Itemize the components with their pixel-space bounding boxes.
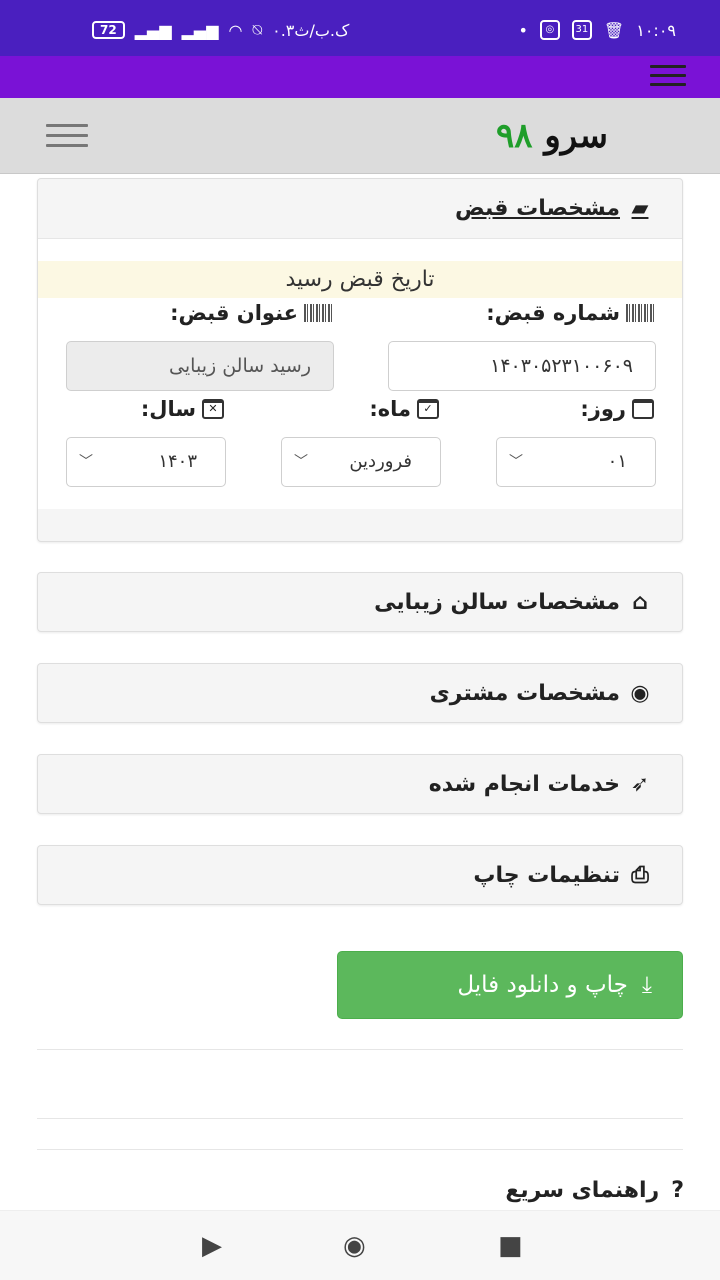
logo-number: ۹۸	[495, 116, 533, 156]
print-download-label: چاپ و دانلود فایل	[457, 972, 628, 998]
receipt-number-input[interactable]: ۱۴۰۳۰۵۲۳۱۰۰۶۰۹	[388, 341, 656, 391]
signal-icon-2: ▂▄▆	[181, 20, 219, 40]
recents-icon[interactable]: ■	[498, 1231, 523, 1261]
year-select-value: ۱۴۰۳	[158, 451, 197, 472]
print-settings-section[interactable]: ⎙ تنظیمات چاپ	[37, 845, 683, 905]
receipt-card-header[interactable]: ▰ مشخصات قبض	[38, 179, 682, 239]
top-toolbar	[0, 56, 720, 98]
day-select[interactable]: ۰۱ ﹀	[496, 437, 656, 487]
back-icon[interactable]: ▶	[202, 1231, 222, 1261]
status-right: • ◎ 31 🗑 ۱۰:۰۹	[518, 20, 676, 40]
barcode-icon	[304, 304, 334, 322]
receipt-title-input[interactable]: رسید سالن زیبایی	[66, 341, 334, 391]
trash-icon: 🗑	[603, 20, 625, 40]
calendar-icon	[632, 399, 654, 419]
download-icon: ⤓	[641, 972, 652, 998]
calendar-x-icon: ✕	[202, 399, 224, 419]
battery-icon: 72	[92, 21, 125, 39]
status-bar: 72 ▂▄▆ ▂▄▆ ◠ ⍉ ۰.۳ک.ب/ث • ◎ 31 🗑 ۱۰:۰۹	[0, 0, 720, 56]
logo-word: سرو	[544, 116, 608, 156]
services-section-title: خدمات انجام شده	[428, 771, 620, 797]
year-label-text: سال:	[140, 397, 196, 421]
customer-section-title: مشخصات مشتری	[429, 680, 620, 706]
barcode-icon	[626, 304, 656, 322]
receipt-title-label-text: عنوان قبض:	[170, 301, 298, 325]
day-label: روز:	[580, 397, 654, 421]
services-section[interactable]: ➶ خدمات انجام شده	[37, 754, 683, 814]
month-select-value: فروردین	[349, 451, 412, 472]
day-label-text: روز:	[580, 397, 626, 421]
dot-icon: •	[518, 20, 528, 40]
month-label-text: ماه:	[369, 397, 411, 421]
print-download-button[interactable]: ⤓ چاپ و دانلود فایل	[337, 951, 683, 1019]
menu-toggle-icon[interactable]	[46, 124, 88, 148]
salon-section-title: مشخصات سالن زیبایی	[374, 589, 620, 615]
divider	[37, 1149, 683, 1150]
book-icon: ▰	[631, 196, 649, 221]
clock-time: ۱۰:۰۹	[636, 20, 676, 40]
salon-section[interactable]: ⌂ مشخصات سالن زیبایی	[37, 572, 683, 632]
logo[interactable]: سرو ۹۸	[496, 116, 608, 156]
calendar-check-icon: ✓	[417, 399, 439, 419]
print-section-title: تنظیمات چاپ	[473, 862, 620, 888]
receipt-body: تاریخ قبض رسید شماره قبض: عنوان قبض: ۱۴۰…	[38, 239, 682, 509]
signal-icon: ▂▄▆	[134, 20, 172, 40]
mute-bell-icon: ⍉	[252, 20, 263, 39]
system-nav-bar: ▶ ◉ ■	[0, 1210, 720, 1280]
receipt-date-banner: تاریخ قبض رسید	[38, 261, 682, 298]
home-button-icon[interactable]: ◉	[343, 1231, 366, 1261]
receipt-number-label-text: شماره قبض:	[486, 301, 620, 325]
app-header: سرو ۹۸	[0, 98, 720, 174]
chevron-down-icon: ﹀	[79, 454, 93, 470]
month-select[interactable]: فروردین ﹀	[281, 437, 441, 487]
network-speed: ۰.۳ک.ب/ث	[272, 20, 350, 40]
divider	[37, 1118, 683, 1119]
printer-icon: ⎙	[631, 862, 649, 888]
chevron-down-icon: ﹀	[509, 454, 523, 470]
quick-guide[interactable]: ? راهنمای سریع	[505, 1178, 684, 1203]
receipt-title-label: عنوان قبض:	[170, 301, 334, 325]
month-label: ✓ ماه:	[369, 397, 439, 421]
quick-guide-label: راهنمای سریع	[505, 1178, 660, 1203]
home-icon: ⌂	[632, 589, 648, 615]
instagram-icon: ◎	[539, 20, 560, 40]
receipt-card: ▰ مشخصات قبض تاریخ قبض رسید شماره قبض: ع…	[37, 178, 683, 542]
question-icon: ?	[671, 1178, 684, 1203]
status-left: 72 ▂▄▆ ▂▄▆ ◠ ⍉ ۰.۳ک.ب/ث	[92, 20, 349, 40]
customer-section[interactable]: ◉ مشخصات مشتری	[37, 663, 683, 723]
user-circle-icon: ◉	[630, 680, 650, 706]
chevron-down-icon: ﹀	[294, 454, 308, 470]
calendar-icon: 31	[571, 20, 592, 40]
rocket-icon: ➶	[630, 771, 650, 797]
hamburger-icon[interactable]	[650, 65, 686, 89]
wifi-icon: ◠	[228, 20, 243, 40]
year-label: ✕ سال:	[141, 397, 224, 421]
divider	[37, 1049, 683, 1050]
receipt-title: مشخصات قبض	[455, 196, 620, 221]
receipt-number-label: شماره قبض:	[486, 301, 656, 325]
day-select-value: ۰۱	[607, 451, 627, 472]
year-select[interactable]: ۱۴۰۳ ﹀	[66, 437, 226, 487]
